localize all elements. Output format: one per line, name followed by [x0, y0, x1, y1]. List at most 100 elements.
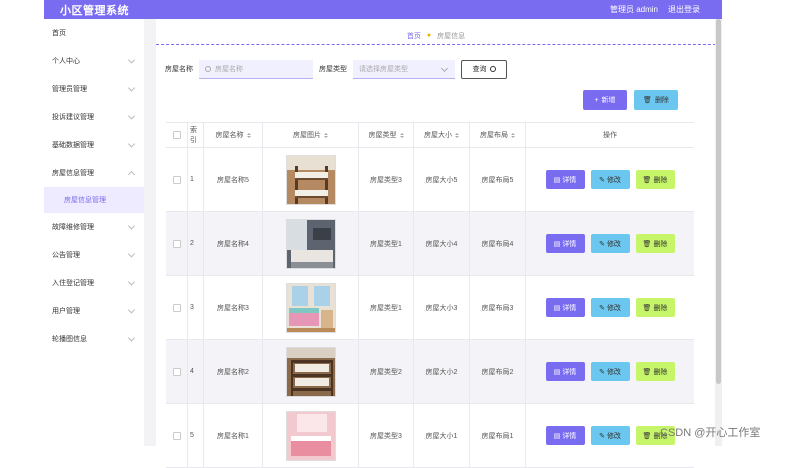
edit-button[interactable]: ✎ 修改	[590, 234, 630, 253]
table-row: 5 房屋名称1 房屋类型3 房屋大小1 房屋布局1 ▤ 详情 ✎ 修改 🗑 删除	[166, 404, 694, 468]
edit-button[interactable]: ✎ 修改	[590, 426, 630, 445]
image-cell	[263, 212, 359, 275]
row-checkbox[interactable]	[172, 303, 181, 312]
sidebar-item-11[interactable]: 轮播图信息	[44, 325, 144, 353]
chevron-down-icon	[127, 84, 136, 92]
sidebar-item-10[interactable]: 用户管理	[44, 297, 144, 325]
image-header[interactable]: 房屋图片	[263, 123, 359, 147]
row-checkbox[interactable]	[172, 367, 181, 376]
logout-link[interactable]: 退出登录	[668, 4, 700, 15]
sidebar-item-7[interactable]: 故障维修管理	[44, 213, 144, 241]
sidebar-item-5[interactable]: 房屋信息管理	[44, 159, 144, 187]
detail-button[interactable]: ▤ 详情	[545, 362, 585, 381]
type-header[interactable]: 房屋类型	[359, 123, 414, 147]
breadcrumb-home[interactable]: 首页	[407, 31, 421, 41]
delete-button[interactable]: 🗑 删除	[635, 234, 675, 253]
delete-button[interactable]: 🗑 删除	[635, 170, 675, 189]
chevron-down-icon	[127, 222, 136, 230]
query-button[interactable]: 查询	[461, 59, 507, 79]
row-checkbox[interactable]	[172, 239, 181, 248]
name-header-label: 房屋名称	[215, 132, 244, 139]
app-title: 小区管理系统	[60, 4, 129, 17]
trash-icon: 🗑	[642, 176, 652, 184]
house-size: 房屋大小3	[425, 304, 458, 312]
sidebar-item-label: 房屋信息管理	[52, 170, 94, 177]
edit-button[interactable]: ✎ 修改	[590, 170, 630, 189]
chevron-down-icon	[127, 56, 136, 64]
image-cell	[263, 340, 359, 403]
house-name: 房屋名称2	[217, 368, 249, 376]
sidebar-item-label: 用户管理	[52, 308, 80, 315]
scrollbar-thumb[interactable]	[716, 19, 721, 384]
house-photo[interactable]	[285, 154, 336, 205]
name-cell: 房屋名称3	[204, 276, 263, 339]
sidebar-item-3[interactable]: 投诉建议管理	[44, 103, 144, 131]
sidebar-item-label: 公告管理	[52, 252, 80, 259]
house-type-select[interactable]: 请选择房屋类型	[353, 59, 455, 79]
row-index: 3	[190, 304, 194, 311]
index-cell: 3	[188, 276, 204, 339]
add-button[interactable]: + 新增	[583, 90, 627, 110]
house-photo[interactable]	[285, 346, 336, 397]
layout-cell: 房屋布局5	[470, 148, 526, 211]
row-select-cell	[166, 340, 188, 403]
size-cell: 房屋大小1	[414, 404, 470, 467]
index-cell: 1	[188, 148, 204, 211]
size-header[interactable]: 房屋大小	[414, 123, 470, 147]
detail-button[interactable]: ▤ 详情	[545, 170, 585, 189]
row-select-cell	[166, 404, 188, 467]
sidebar-item-1[interactable]: 个人中心	[44, 47, 144, 75]
delete-selected-button[interactable]: 🗑 删除	[634, 90, 678, 110]
edit-button[interactable]: ✎ 修改	[590, 362, 630, 381]
sidebar-item-0[interactable]: 首页	[44, 19, 144, 47]
trash-icon: 🗑	[642, 240, 652, 248]
delete-label: 删除	[653, 304, 668, 312]
sidebar-item-label: 轮播图信息	[52, 336, 87, 343]
sidebar-item-2[interactable]: 管理员管理	[44, 75, 144, 103]
detail-button[interactable]: ▤ 详情	[545, 234, 585, 253]
trash-icon: 🗑	[642, 304, 652, 312]
row-checkbox[interactable]	[172, 431, 181, 440]
row-select-cell	[166, 276, 188, 339]
edit-button[interactable]: ✎ 修改	[590, 298, 630, 317]
current-user: 管理员 admin	[609, 5, 658, 14]
search-icon	[205, 65, 211, 72]
row-select-cell	[166, 212, 188, 275]
sidebar-item-9[interactable]: 入住登记管理	[44, 269, 144, 297]
delete-button[interactable]: 🗑 删除	[635, 362, 675, 381]
name-cell: 房屋名称4	[204, 212, 263, 275]
house-photo[interactable]	[285, 282, 336, 333]
chevron-down-icon	[127, 334, 136, 342]
trash-icon: 🗑	[643, 97, 652, 104]
detail-button[interactable]: ▤ 详情	[545, 298, 585, 317]
trash-icon: 🗑	[642, 368, 652, 376]
layout-cell: 房屋布局1	[470, 404, 526, 467]
sidebar-item-label: 个人中心	[52, 58, 80, 65]
house-layout: 房屋布局3	[481, 304, 514, 312]
image-cell	[263, 404, 359, 467]
delete-button[interactable]: 🗑 删除	[635, 298, 675, 317]
type-cell: 房屋类型1	[359, 276, 414, 339]
detail-button[interactable]: ▤ 详情	[545, 426, 585, 445]
sidebar-item-label: 房屋信息管理	[64, 197, 106, 204]
name-header[interactable]: 房屋名称	[204, 123, 263, 147]
row-checkbox[interactable]	[172, 175, 181, 184]
house-name-input[interactable]: 房屋名称	[199, 59, 313, 79]
content-panel: 首页 ● 房屋信息 房屋名称 房屋名称 房屋类型 请选择房屋类型 查询 + 新增	[156, 19, 716, 468]
chevron-down-icon	[127, 278, 136, 286]
select-all-checkbox[interactable]	[172, 131, 181, 139]
row-select-cell	[166, 148, 188, 211]
page-scrollbar[interactable]	[715, 19, 722, 446]
type-cell: 房屋类型3	[359, 404, 414, 467]
house-photo[interactable]	[285, 410, 336, 461]
layout-header[interactable]: 房屋布局	[470, 123, 526, 147]
sidebar-item-4[interactable]: 基础数据管理	[44, 131, 144, 159]
table-row: 3 房屋名称3 房屋类型1 房屋大小3 房屋布局3 ▤ 详情 ✎ 修改 🗑 删除	[166, 276, 694, 340]
house-photo[interactable]	[285, 218, 336, 269]
detail-label: 详情	[562, 176, 577, 184]
sidebar-subitem-house-info[interactable]: 房屋信息管理	[44, 187, 144, 213]
top-bar: 小区管理系统 管理员 admin 退出登录	[44, 0, 722, 19]
type-cell: 房屋类型3	[359, 148, 414, 211]
house-type-placeholder: 请选择房屋类型	[359, 65, 408, 73]
sidebar-item-8[interactable]: 公告管理	[44, 241, 144, 269]
